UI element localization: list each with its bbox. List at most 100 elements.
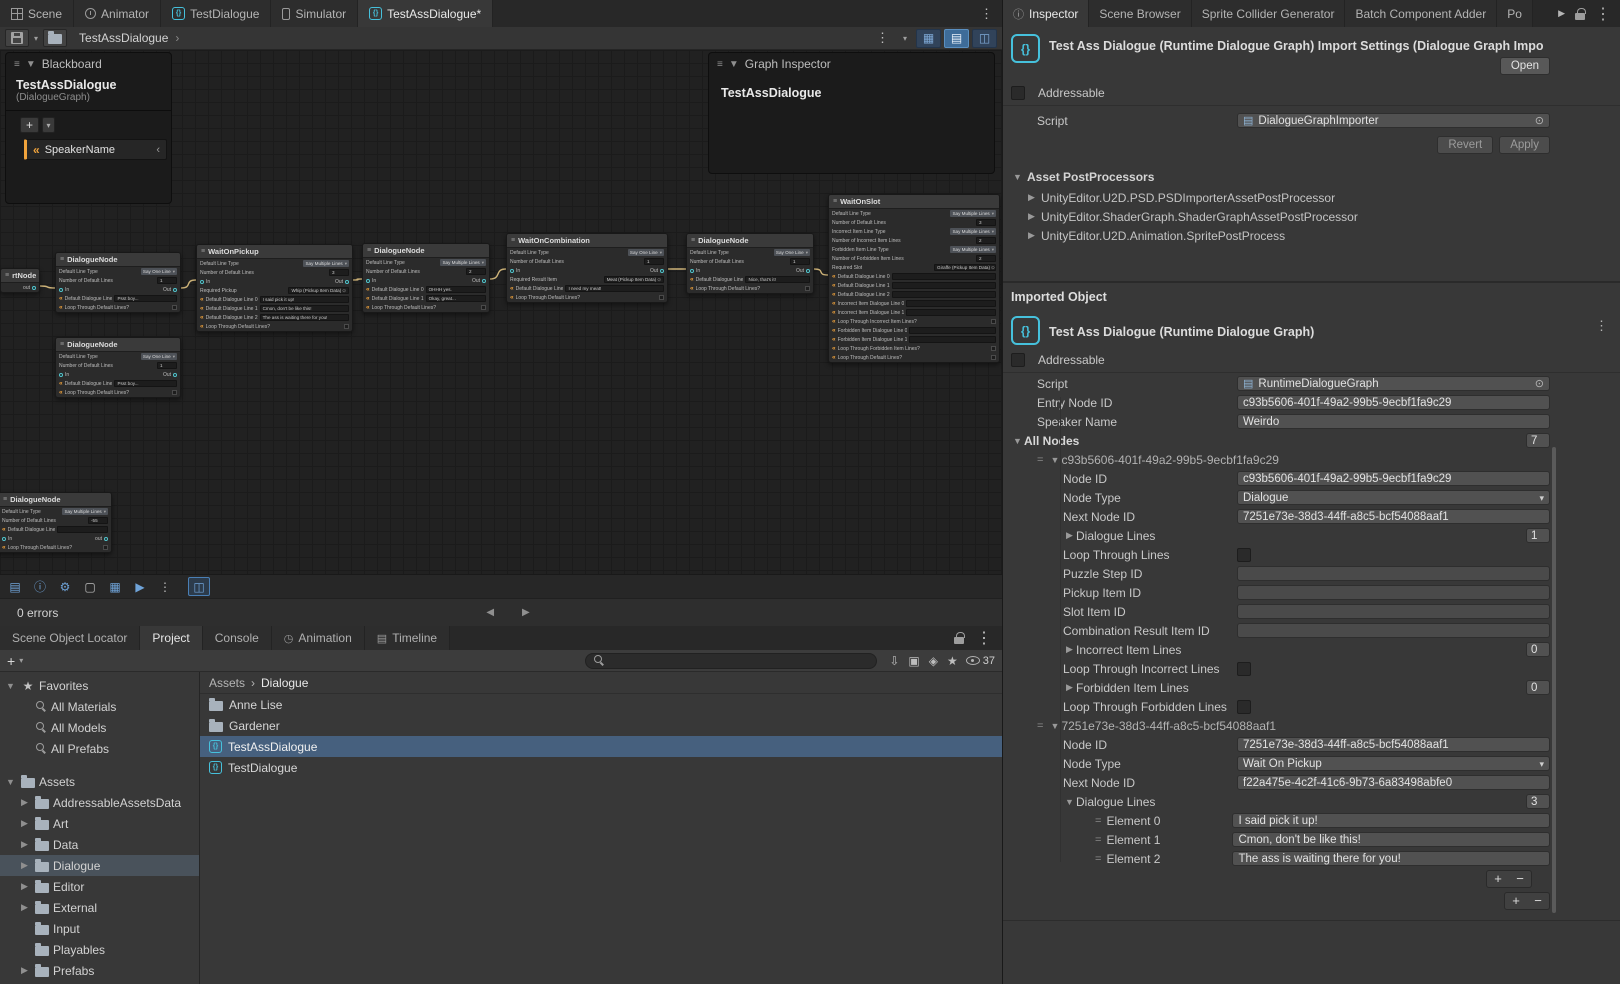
graph-node-waitonslot[interactable]: ≡WaitOnSlotDefault Line TypeSay Multiple…: [828, 194, 1000, 363]
dock-tab-project[interactable]: Project: [140, 626, 202, 650]
inspector-tab-batch-component-adder[interactable]: Batch Component Adder: [1345, 0, 1497, 27]
foldout-arrow-icon[interactable]: ▶: [18, 839, 31, 850]
node-dropdown[interactable]: Say Multiple Lines▾: [950, 228, 996, 235]
string-port-icon[interactable]: «: [510, 286, 514, 292]
node-collapse-icon[interactable]: ≡: [691, 237, 695, 244]
property-label[interactable]: Dialogue Lines: [1076, 795, 1237, 809]
text-field[interactable]: c93b5606-401f-49a2-99b5-9ecbf1fa9c29: [1237, 395, 1550, 410]
search-by-label-icon[interactable]: ◈: [929, 654, 938, 668]
asset-item-testassdialogue[interactable]: {}TestAssDialogue: [200, 736, 1002, 757]
node-dropdown[interactable]: Say Multiple Lines▾: [440, 259, 486, 266]
remove-element-button[interactable]: −: [1527, 893, 1549, 909]
drag-handle-icon[interactable]: =: [1095, 834, 1101, 846]
open-asset-button[interactable]: [43, 29, 67, 47]
output-port[interactable]: Out: [163, 372, 177, 378]
search-by-type-icon[interactable]: ▣: [908, 654, 919, 668]
bool-port-icon[interactable]: «: [59, 390, 63, 396]
editor-tab-simulator[interactable]: Simulator: [271, 0, 358, 27]
drag-handle-icon[interactable]: =: [1037, 454, 1043, 466]
settings-icon[interactable]: ⚙: [54, 577, 76, 596]
input-port[interactable]: In: [59, 287, 69, 293]
bool-port-icon[interactable]: «: [366, 305, 370, 311]
editor-tab-animator[interactable]: Animator: [74, 0, 161, 27]
node-dropdown[interactable]: Say One Line▾: [774, 249, 810, 256]
tree-item-all-materials[interactable]: All Materials: [0, 696, 199, 717]
blackboard-field-speakername[interactable]: « SpeakerName ‹: [24, 139, 167, 160]
node-checkbox[interactable]: [991, 319, 996, 324]
foldout-arrow-icon[interactable]: ▼: [1011, 436, 1024, 446]
graph-node-rtnode[interactable]: ≡rtNodeout: [0, 268, 40, 293]
node-line-field[interactable]: I need my meat!: [565, 285, 664, 292]
input-port[interactable]: In: [2, 536, 12, 542]
foldout-arrow-icon[interactable]: ▼: [1063, 797, 1076, 807]
node-checkbox[interactable]: [103, 545, 108, 550]
chevron-down-icon[interactable]: ▼: [729, 59, 739, 70]
graph-node-waitoncombination[interactable]: ≡WaitOnCombinationDefault Line TypeSay O…: [506, 233, 668, 303]
graph-options-caret-icon[interactable]: ▾: [902, 34, 908, 43]
add-element-button[interactable]: +: [1505, 893, 1527, 909]
script-field[interactable]: ▤RuntimeDialogueGraph⊙: [1237, 376, 1550, 391]
string-port-icon[interactable]: «: [832, 337, 836, 343]
drag-handle-icon[interactable]: =: [1037, 720, 1043, 732]
chevron-left-icon[interactable]: ‹: [156, 144, 160, 156]
graph-canvas[interactable]: ≡rtNodeout ≡DialogueNodeDefault Line Type…: [0, 50, 1002, 598]
bool-port-icon[interactable]: «: [832, 346, 836, 352]
graph-options-kebab-icon[interactable]: ⋮: [867, 30, 898, 46]
node-object-field[interactable]: Giraffe (Pickup Item Data)⊙: [934, 264, 996, 271]
favorites-icon[interactable]: ★: [947, 654, 958, 668]
tree-item-all-prefabs[interactable]: All Prefabs: [0, 738, 199, 759]
node-int-field[interactable]: 2: [976, 237, 996, 244]
node-line-field[interactable]: Psst boy...: [114, 380, 177, 387]
chevron-right-icon[interactable]: ▶: [1558, 8, 1565, 19]
addressable-checkbox[interactable]: [1011, 86, 1025, 100]
play-icon[interactable]: ▶: [129, 577, 151, 596]
input-port[interactable]: In: [200, 279, 210, 285]
node-line-field[interactable]: [906, 309, 996, 316]
checkbox[interactable]: [1237, 662, 1251, 676]
kebab-icon[interactable]: ⋮: [1595, 4, 1611, 24]
inspector-tab-po[interactable]: Po: [1497, 0, 1533, 27]
node-int-field[interactable]: 1: [157, 277, 177, 284]
inspector-tab-scene-browser[interactable]: Scene Browser: [1089, 0, 1191, 27]
minimap-toggle-icon[interactable]: ▦: [916, 29, 941, 48]
remove-element-button[interactable]: −: [1509, 871, 1531, 887]
postprocessor-unityeditor-u2d-psd-psdimporterassetpostprocessor[interactable]: ▶UnityEditor.U2D.PSD.PSDImporterAssetPos…: [1003, 188, 1620, 207]
node-object-field[interactable]: Meat (Pickup Item Data)⊙: [604, 276, 664, 283]
graph-toggle-icon[interactable]: ◫: [188, 577, 210, 596]
dock-tab-timeline[interactable]: ▤Timeline: [365, 626, 450, 650]
breadcrumb-current-folder[interactable]: Dialogue: [261, 676, 308, 690]
node-line-field[interactable]: [892, 273, 996, 280]
input-port[interactable]: In: [59, 372, 69, 378]
text-field[interactable]: [1237, 623, 1550, 638]
foldout-arrow-icon[interactable]: ▶: [18, 881, 31, 892]
graph-node-dialoguenode[interactable]: ≡DialogueNodeDefault Line TypeSay One Li…: [686, 233, 814, 294]
string-port-icon[interactable]: «: [832, 283, 836, 289]
node-line-field[interactable]: Okay, great...: [426, 295, 486, 302]
text-field[interactable]: 7251e73e-38d3-44ff-a8c5-bcf54088aaf1: [1237, 509, 1550, 524]
input-port[interactable]: In: [510, 268, 520, 274]
graph-inspector-toggle-icon[interactable]: ◫: [972, 29, 997, 48]
string-port-icon[interactable]: «: [832, 310, 836, 316]
tree-item-external[interactable]: ▶External: [0, 897, 199, 918]
bool-port-icon[interactable]: «: [832, 319, 836, 325]
node-line-field[interactable]: OHHH yes.: [426, 286, 486, 293]
tree-item-dialogue[interactable]: ▶Dialogue: [0, 855, 199, 876]
node-checkbox[interactable]: [172, 390, 177, 395]
previous-error-button[interactable]: ◀: [486, 607, 494, 618]
foldout-arrow-icon[interactable]: ▶: [18, 797, 31, 808]
blackboard-toggle-icon[interactable]: ▤: [944, 29, 969, 48]
text-field[interactable]: [1237, 566, 1550, 581]
node-collapse-icon[interactable]: ≡: [60, 341, 64, 348]
string-port-icon[interactable]: «: [690, 277, 694, 283]
node-int-field[interactable]: 1: [790, 258, 810, 265]
open-button[interactable]: Open: [1500, 57, 1550, 75]
output-port[interactable]: Out: [163, 287, 177, 293]
array-size-field[interactable]: 1: [1526, 528, 1550, 543]
node-int-field[interactable]: 2: [466, 268, 486, 275]
blackboard-panel[interactable]: ≡ ▼ Blackboard TestAssDialogue (Dialogue…: [5, 52, 172, 204]
string-port-icon[interactable]: «: [832, 292, 836, 298]
node-int-field[interactable]: 2: [976, 255, 996, 262]
node-dropdown[interactable]: Say One Line▾: [141, 353, 177, 360]
revert-button[interactable]: Revert: [1437, 136, 1493, 154]
node-int-field[interactable]: 3: [976, 219, 996, 226]
